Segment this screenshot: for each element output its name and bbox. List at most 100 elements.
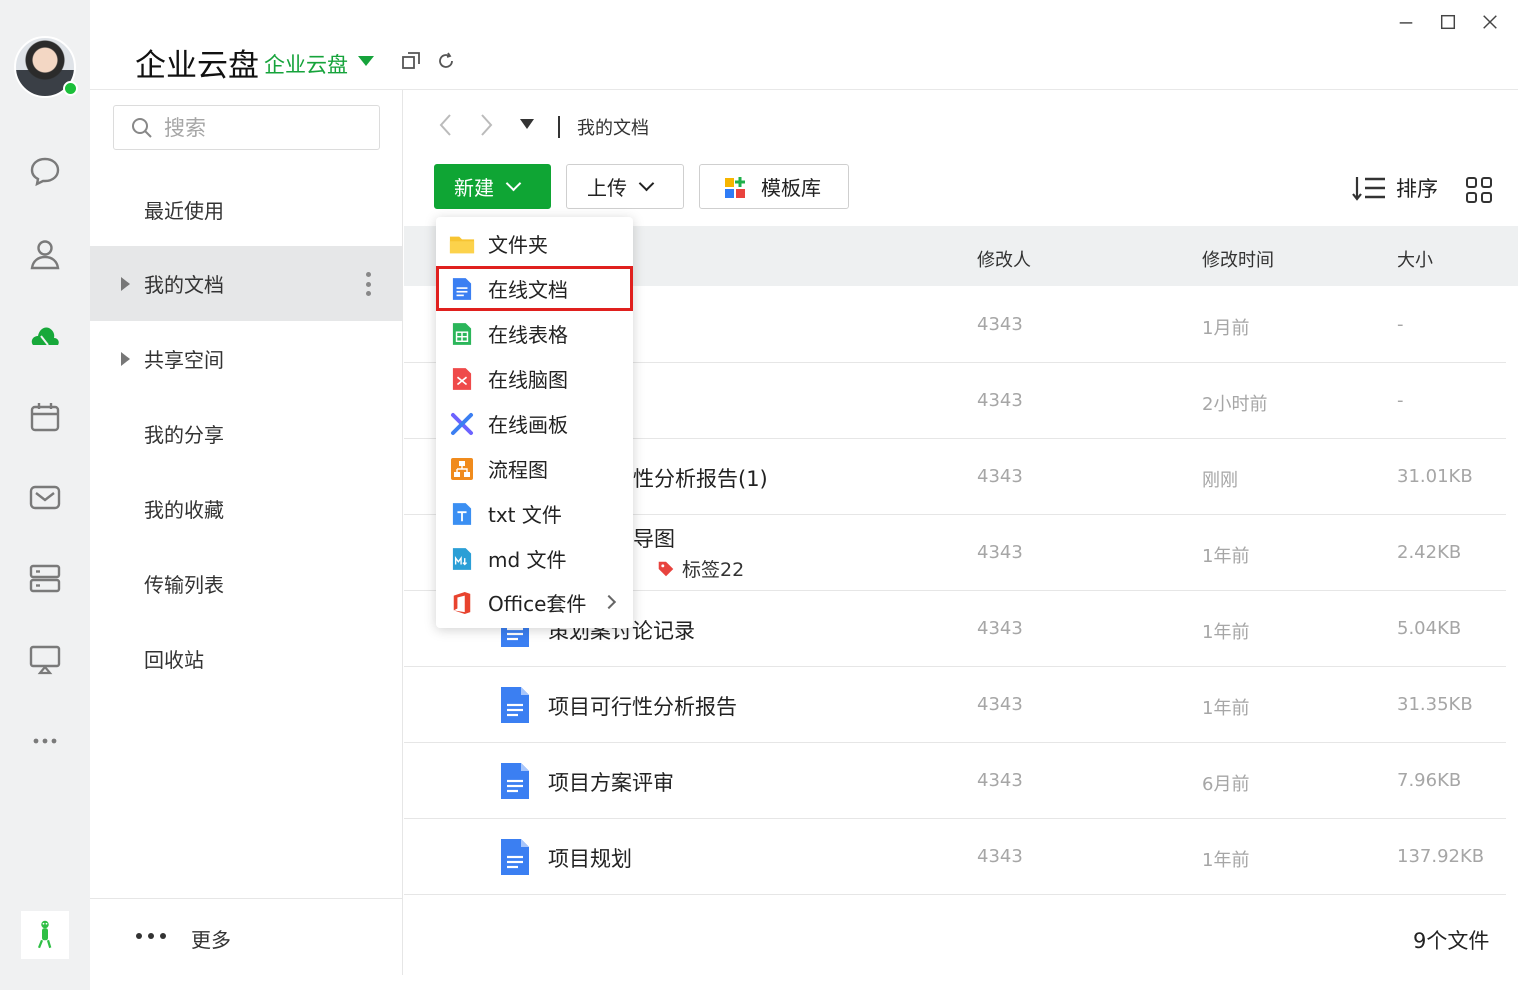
cell-modifier: 4343 [977,314,1023,335]
cell-modifier: 4343 [977,618,1023,639]
table-row[interactable]: 项目方案评审 4343 6月前 7.96KB [404,743,1506,819]
sidebar-item-favorites[interactable]: 我的收藏 [90,471,402,546]
flowchart-icon [449,456,475,482]
space-switcher-label[interactable]: 企业云盘 [264,49,348,79]
sidebar-item-label: 传输列表 [144,573,224,597]
cell-size: - [1397,390,1404,411]
file-name: 性分析报告(1) [633,467,768,491]
sidebar: 最近使用 我的文档 共享空间 我的分享 我的收藏 传输列表 回收站 更多 [90,90,403,975]
cloud-disk-icon[interactable] [24,314,66,356]
menu-item-online-sheet[interactable]: 在线表格 [436,311,633,356]
tag-icon [658,561,674,576]
cell-modified-time: 1年前 [1202,622,1250,643]
sidebar-item-transfers[interactable]: 传输列表 [90,546,402,621]
cell-size: - [1397,314,1404,335]
screen-share-icon[interactable] [24,638,66,680]
new-dropdown-menu: 文件夹 在线文档 在线表格 在线脑图 在线画板 流程图 txt 文件 md 文件… [436,217,633,628]
minimize-icon[interactable] [1394,10,1418,34]
menu-item-label: 流程图 [488,458,548,482]
menu-item-md-file[interactable]: md 文件 [436,536,633,581]
file-count: 9个文件 [1413,929,1490,953]
search-input[interactable] [164,115,364,140]
sidebar-item-my-docs[interactable]: 我的文档 [90,246,402,321]
menu-item-whiteboard[interactable]: 在线画板 [436,401,633,446]
assistant-icon[interactable] [21,911,69,959]
forward-arrow-icon[interactable] [478,112,494,145]
sidebar-item-label: 我的收藏 [144,498,224,522]
back-arrow-icon[interactable] [438,112,454,145]
more-apps-icon[interactable] [24,720,66,762]
menu-item-label: 在线画板 [488,413,568,437]
refresh-icon[interactable] [435,50,457,72]
menu-item-office-suite[interactable]: Office套件 [436,580,633,625]
menu-item-label: 在线表格 [488,323,568,347]
workbench-icon[interactable] [24,557,66,599]
sort-label: 排序 [1396,177,1438,201]
template-library-label: 模板库 [761,176,821,200]
folder-icon [449,231,475,257]
column-header-modified-time[interactable]: 修改时间 [1202,246,1274,272]
txt-file-icon [449,501,475,527]
table-row[interactable]: 项目规划 4343 1年前 137.92KB [404,819,1506,895]
expand-arrow-icon[interactable] [121,351,130,366]
new-button[interactable]: 新建 [434,164,551,209]
cell-modified-time: 1月前 [1202,318,1250,339]
tag-label: 标签22 [682,559,745,581]
cell-modified-time: 刚刚 [1202,470,1238,491]
sidebar-item-my-shares[interactable]: 我的分享 [90,396,402,471]
mind-map-icon [449,366,475,392]
menu-item-txt-file[interactable]: txt 文件 [436,491,633,536]
cell-size: 7.96KB [1397,770,1462,791]
sidebar-item-recent[interactable]: 最近使用 [90,172,402,247]
sidebar-item-shared-space[interactable]: 共享空间 [90,321,402,396]
cell-modifier: 4343 [977,466,1023,487]
calendar-icon[interactable] [24,396,66,438]
expand-arrow-icon[interactable] [121,276,130,291]
menu-item-mind-map[interactable]: 在线脑图 [436,356,633,401]
ellipsis-icon [136,933,166,939]
column-header-modifier[interactable]: 修改人 [977,246,1031,272]
grid-view-icon[interactable] [1466,177,1492,203]
menu-item-label: 文件夹 [488,233,548,257]
table-row[interactable]: 项目可行性分析报告 4343 1年前 31.35KB [404,667,1506,743]
contacts-icon[interactable] [24,233,66,275]
path-dropdown-icon[interactable] [520,119,534,129]
space-switcher-caret-icon[interactable] [358,56,374,66]
chevron-down-icon [505,175,522,192]
popout-window-icon[interactable] [400,50,422,72]
document-icon [501,763,529,799]
search-box[interactable] [113,105,380,150]
new-button-label: 新建 [454,176,494,200]
menu-item-folder[interactable]: 文件夹 [436,221,633,266]
column-header-size[interactable]: 大小 [1397,246,1433,272]
file-name: 项目可行性分析报告 [548,695,737,719]
menu-item-label: Office套件 [488,592,587,616]
cell-modified-time: 6月前 [1202,774,1250,795]
sort-button[interactable]: 排序 [1352,173,1438,203]
markdown-file-icon [449,546,475,572]
more-options-icon[interactable] [366,272,372,296]
maximize-icon[interactable] [1436,10,1460,34]
page-title: 企业云盘 [135,48,259,84]
breadcrumb[interactable]: 我的文档 [577,114,649,140]
menu-item-online-doc[interactable]: 在线文档 [436,266,633,311]
chevron-right-icon [601,594,617,610]
sidebar-more[interactable]: 更多 [90,898,402,975]
template-library-button[interactable]: 模板库 [699,164,849,209]
mail-icon[interactable] [24,476,66,518]
cell-modifier: 4343 [977,846,1023,867]
file-tag[interactable]: 标签22 [656,555,744,582]
close-icon[interactable] [1478,10,1502,34]
menu-item-flowchart[interactable]: 流程图 [436,446,633,491]
cell-modifier: 4343 [977,694,1023,715]
chat-icon[interactable] [24,150,66,192]
spreadsheet-icon [449,321,475,347]
cell-size: 31.01KB [1397,466,1473,487]
chevron-down-icon [638,175,655,192]
menu-item-label: txt 文件 [488,503,562,527]
file-name: 项目规划 [548,847,632,871]
sidebar-item-recycle-bin[interactable]: 回收站 [90,621,402,696]
sidebar-item-label: 共享空间 [144,348,224,372]
upload-button[interactable]: 上传 [566,164,684,209]
more-label: 更多 [191,928,231,952]
